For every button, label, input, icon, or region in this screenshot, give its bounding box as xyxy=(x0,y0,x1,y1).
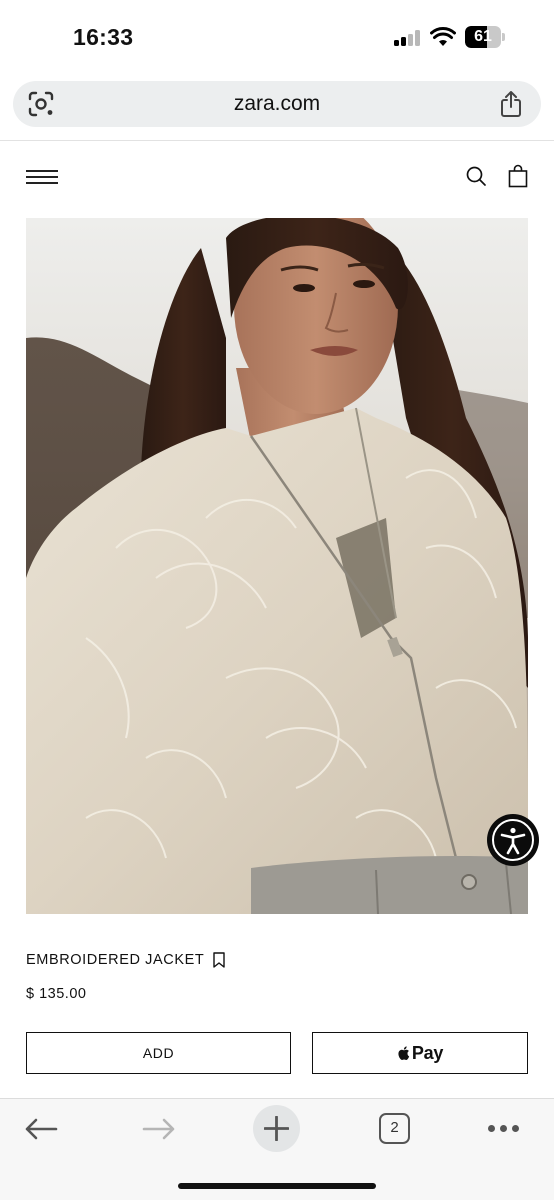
status-time: 16:33 xyxy=(73,24,134,50)
share-icon[interactable] xyxy=(499,90,523,118)
search-icon[interactable] xyxy=(465,165,487,187)
forward-arrow-icon[interactable] xyxy=(142,1117,176,1141)
wifi-icon xyxy=(430,27,456,46)
status-bar: 16:33 61 xyxy=(0,0,554,76)
new-tab-button[interactable] xyxy=(253,1105,300,1152)
accessibility-button[interactable] xyxy=(487,814,539,866)
address-bar[interactable]: zara.com xyxy=(13,81,541,127)
back-arrow-icon[interactable] xyxy=(24,1117,58,1141)
shopping-bag-icon[interactable] xyxy=(508,164,528,188)
plus-icon xyxy=(264,1116,289,1141)
add-to-cart-button[interactable]: ADD xyxy=(26,1032,291,1074)
bookmark-icon[interactable] xyxy=(212,952,226,968)
product-photo[interactable] xyxy=(26,218,528,914)
battery-icon: 61 xyxy=(465,26,505,48)
more-icon[interactable] xyxy=(488,1125,520,1133)
battery-level: 61 xyxy=(474,28,492,45)
browser-toolbar: 2 xyxy=(0,1098,554,1200)
tab-switcher-icon[interactable]: 2 xyxy=(379,1113,410,1144)
product-title[interactable]: EMBROIDERED JACKET xyxy=(26,952,204,968)
url-text[interactable]: zara.com xyxy=(13,81,541,127)
menu-icon[interactable] xyxy=(26,168,58,186)
accessibility-person-icon xyxy=(492,819,534,861)
cellular-signal-icon xyxy=(394,30,422,46)
apple-logo-icon xyxy=(398,1046,410,1060)
home-indicator[interactable] xyxy=(178,1183,376,1189)
apple-pay-button[interactable]: Pay xyxy=(312,1032,528,1074)
product-price: $ 135.00 xyxy=(26,986,87,1002)
pay-label: Pay xyxy=(411,1042,444,1063)
divider xyxy=(0,140,554,141)
